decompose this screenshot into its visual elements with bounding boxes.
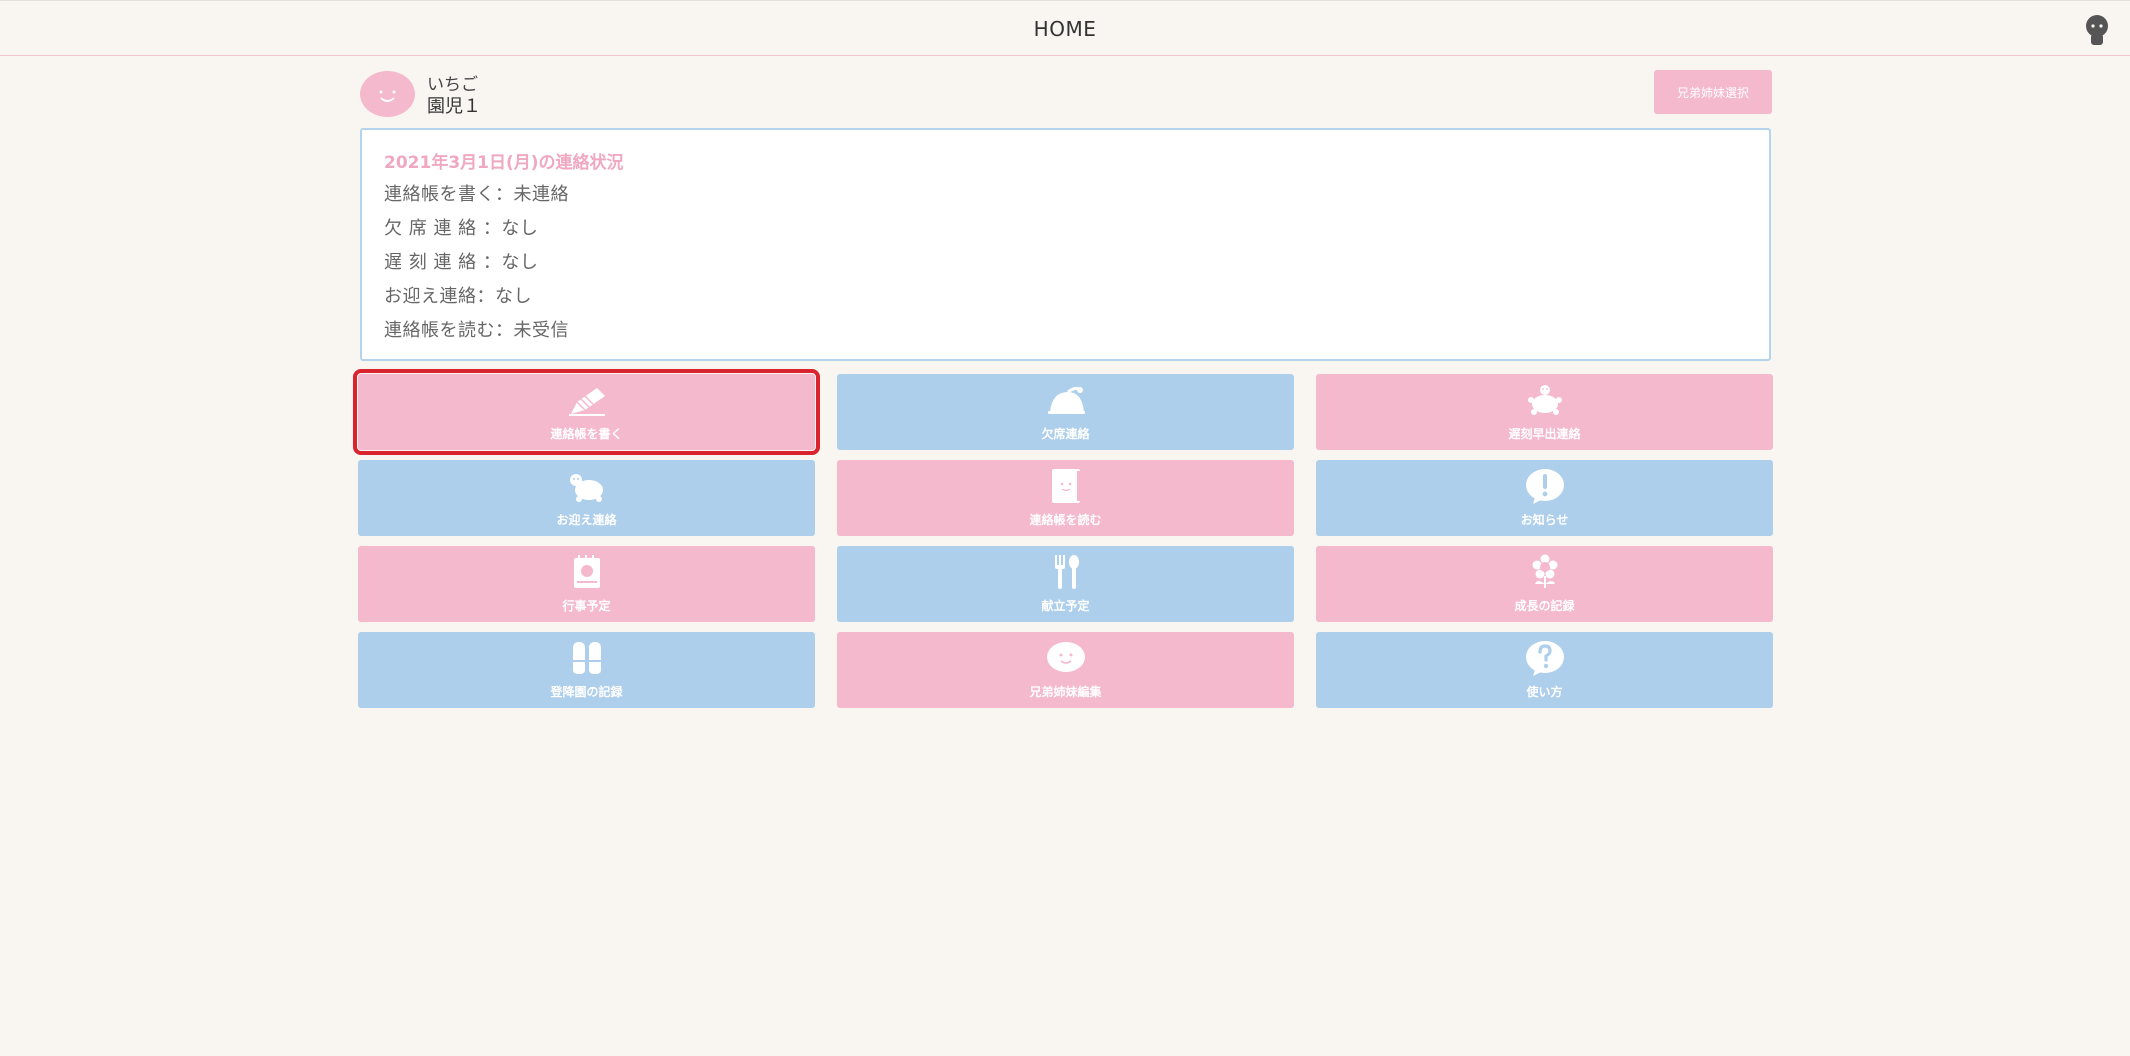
status-row-late: 遅 刻 連 絡 ：なし	[384, 252, 539, 273]
child-profile: いちご 園児１ 兄弟姉妹選択	[360, 70, 1772, 120]
tile-label: 遅刻早出連絡	[1508, 427, 1581, 441]
flower-icon	[1532, 554, 1557, 588]
tile-label: 行事予定	[562, 599, 611, 613]
status-row-write-notebook: 連絡帳を書く：未連絡	[384, 184, 569, 205]
calendar-icon	[573, 555, 600, 588]
tile-write-notebook[interactable]: 連絡帳を書く	[353, 369, 820, 455]
tile-label: 連絡帳を読む	[1029, 513, 1102, 527]
contact-status-card: 2021年3月1日(月)の連絡状況 連絡帳を書く：未連絡 欠 席 連 絡 ：なし…	[360, 128, 1771, 361]
tile-notice[interactable]: お知らせ	[1316, 460, 1773, 536]
tile-late-early[interactable]: 遅刻早出連絡	[1316, 374, 1773, 450]
tile-events[interactable]: 行事予定	[358, 546, 815, 622]
status-title: 2021年3月1日(月)の連絡状況	[384, 153, 624, 173]
notebook-icon	[1051, 469, 1080, 503]
status-row-absence: 欠 席 連 絡 ：なし	[384, 218, 539, 239]
top-bar: HOME	[0, 0, 2130, 56]
shoes-icon	[572, 642, 601, 674]
tile-how-to-use[interactable]: 使い方	[1316, 632, 1773, 708]
tile-label: 使い方	[1526, 685, 1563, 699]
sleeping-turtle-icon	[1047, 386, 1085, 414]
tile-sibling-edit[interactable]: 兄弟姉妹編集	[837, 632, 1294, 708]
status-row-read-notebook: 連絡帳を読む：未受信	[384, 320, 569, 341]
tile-label: 献立予定	[1041, 599, 1090, 613]
exclamation-icon	[1525, 469, 1564, 504]
child-class: 園児１	[427, 96, 481, 117]
avatar	[360, 71, 415, 117]
tile-growth-record[interactable]: 成長の記録	[1316, 546, 1773, 622]
tile-read-notebook[interactable]: 連絡帳を読む	[837, 460, 1294, 536]
user-icon[interactable]	[2082, 14, 2112, 46]
tile-label: お知らせ	[1520, 513, 1569, 527]
tile-menu-plan[interactable]: 献立予定	[837, 546, 1294, 622]
pencil-icon	[568, 388, 605, 416]
tile-label: お迎え連絡	[556, 513, 617, 527]
tile-attendance-record[interactable]: 登降園の記録	[358, 632, 815, 708]
question-icon	[1525, 641, 1564, 676]
tile-label: 登降園の記録	[550, 685, 623, 699]
status-row-pickup: お迎え連絡：なし	[384, 286, 532, 307]
tile-label: 兄弟姉妹編集	[1029, 685, 1102, 699]
tile-label: 欠席連絡	[1041, 427, 1090, 441]
turtle-icon	[1527, 385, 1562, 415]
face-bubble-icon	[1046, 642, 1085, 672]
tile-absence[interactable]: 欠席連絡	[837, 374, 1294, 450]
tile-pickup[interactable]: お迎え連絡	[358, 460, 815, 536]
page-title: HOME	[1033, 17, 1097, 41]
sibling-select-button[interactable]: 兄弟姉妹選択	[1654, 70, 1772, 114]
turtle-icon	[569, 474, 603, 502]
tile-label: 連絡帳を書く	[550, 427, 623, 441]
fork-spoon-icon	[1054, 555, 1079, 589]
smile-face-icon	[379, 90, 396, 102]
tile-label: 成長の記録	[1514, 599, 1575, 613]
